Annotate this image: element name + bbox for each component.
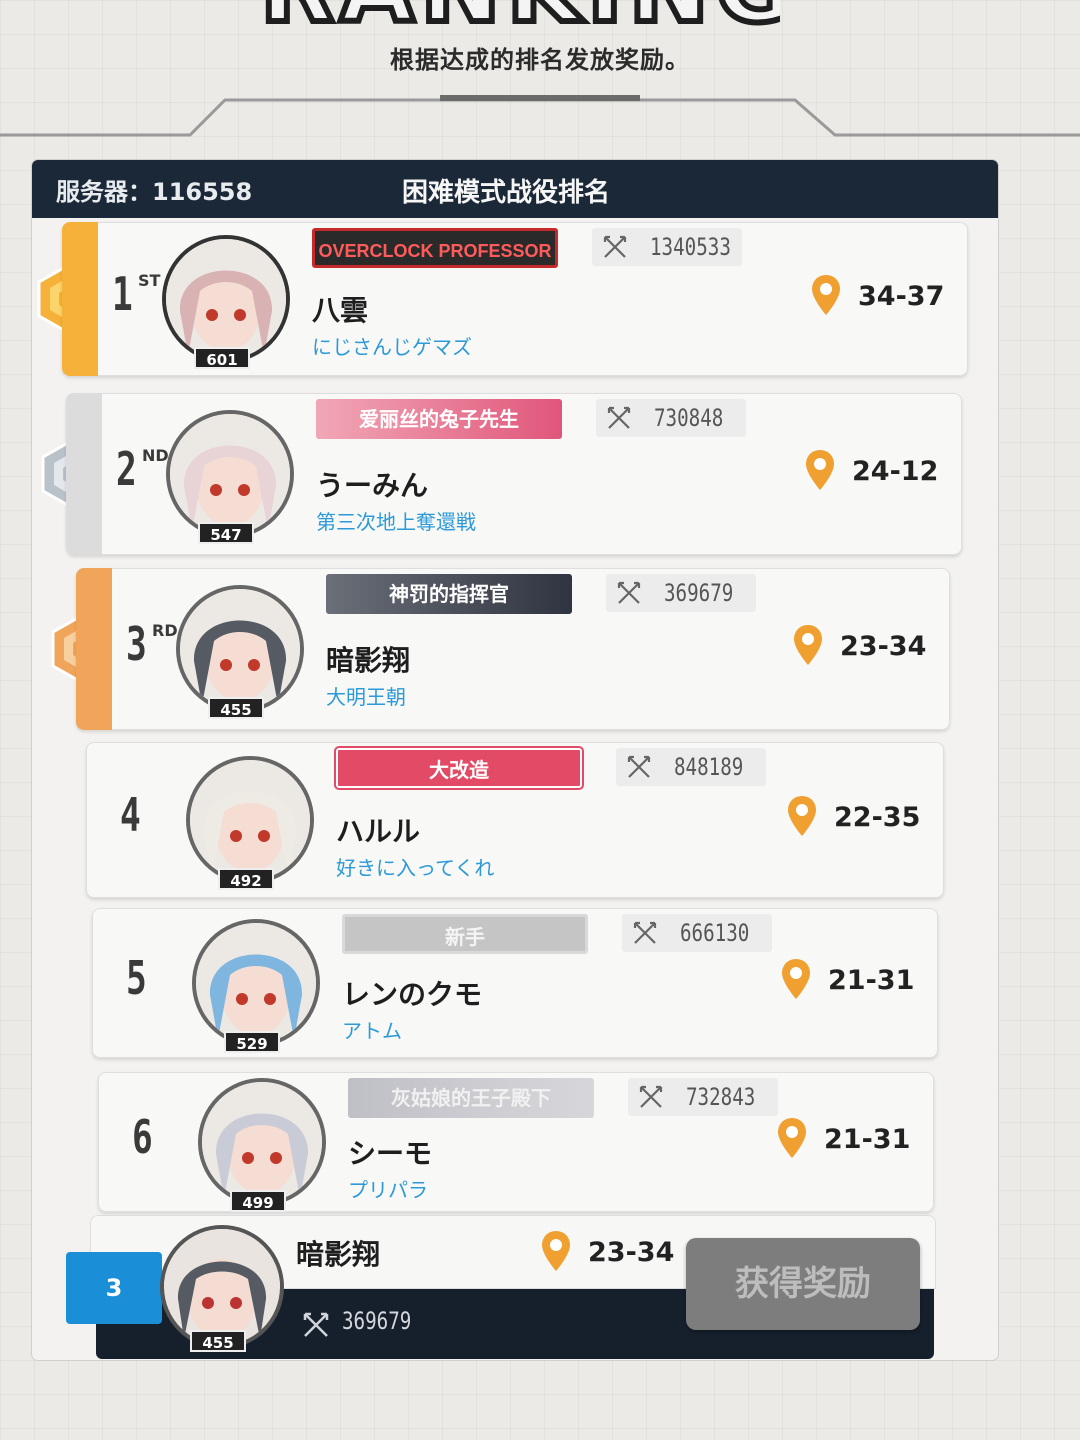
self-rank-badge: 3 xyxy=(66,1252,162,1324)
rank-number: 6 xyxy=(132,1110,153,1164)
player-level-badge: 492 xyxy=(218,868,274,890)
guild-name: 好きに入ってくれ xyxy=(336,856,495,880)
stage-location: 22-35 xyxy=(786,794,976,844)
crossed-swords-icon xyxy=(617,581,641,604)
page-subtitle: 根据达成的排名发放奖励。 xyxy=(390,46,690,74)
rank-number: 5 xyxy=(126,951,147,1005)
player-title-badge: 爱丽丝的兔子先生 xyxy=(316,399,562,439)
crossed-swords-icon xyxy=(603,235,627,258)
guild-name: 第三次地上奪還戦 xyxy=(316,510,476,534)
power-value: 1340533 xyxy=(650,233,731,261)
power-value: 848189 xyxy=(674,753,744,781)
power-value: 730848 xyxy=(654,404,724,432)
stage-value: 21-31 xyxy=(824,1124,911,1155)
stage-value: 23-34 xyxy=(840,631,927,662)
player-name: 暗影翔 xyxy=(326,644,411,677)
power-box: 732843 xyxy=(628,1078,778,1116)
claim-reward-button[interactable]: 获得奖励 xyxy=(686,1238,920,1330)
location-pin-icon xyxy=(778,1118,806,1158)
power-value: 732843 xyxy=(686,1083,756,1111)
rank-number: 4 xyxy=(120,788,141,842)
stage-value: 34-37 xyxy=(858,281,945,312)
player-name: 八雲 xyxy=(312,294,369,327)
player-title-badge: OVERCLOCK PROFESSOR xyxy=(312,228,558,268)
location-pin-icon xyxy=(788,796,816,836)
power-value: 369679 xyxy=(664,579,734,607)
power-box: 848189 xyxy=(616,748,766,786)
stage-value: 21-31 xyxy=(828,965,915,996)
guild-name: プリパラ xyxy=(348,1178,428,1202)
ranking-row[interactable]: 5 529 新手 666130 レンのクモアトム 21-31 xyxy=(92,908,938,1058)
player-level-badge: 455 xyxy=(208,697,264,719)
stage-location: 21-31 xyxy=(776,1116,966,1166)
player-title-badge: 灰姑娘的王子殿下 xyxy=(348,1078,594,1118)
player-level-badge: 601 xyxy=(194,347,250,369)
player-level-badge: 499 xyxy=(230,1190,286,1212)
stage-location: 23-34 xyxy=(792,623,982,673)
stage-location: 24-12 xyxy=(804,448,994,498)
location-pin-icon xyxy=(806,450,834,490)
self-stage-value: 23-34 xyxy=(588,1237,675,1268)
player-level-badge: 547 xyxy=(198,522,254,544)
location-pin-icon xyxy=(794,625,822,665)
rank-accent-bar xyxy=(62,222,98,376)
crossed-swords-icon xyxy=(303,1312,329,1337)
player-title-badge: 大改造 xyxy=(336,748,582,788)
guild-name: アトム xyxy=(342,1019,402,1043)
crossed-swords-icon xyxy=(639,1085,663,1108)
rank-suffix: ST xyxy=(138,271,161,290)
crossed-swords-icon xyxy=(633,921,657,944)
rank-number: 2 xyxy=(116,442,137,496)
guild-name: 大明王朝 xyxy=(326,685,406,709)
panel-frame-decoration xyxy=(0,95,1080,137)
rank-accent-bar xyxy=(76,568,112,730)
self-player-name: 暗影翔 xyxy=(296,1238,381,1271)
rank-accent-bar xyxy=(66,393,102,555)
rank-number: 3 xyxy=(126,617,147,671)
ranking-mode-title: 困难模式战役排名 xyxy=(402,178,611,208)
stage-value: 24-12 xyxy=(852,456,939,487)
location-pin-icon xyxy=(812,275,840,315)
power-box: 369679 xyxy=(606,574,756,612)
power-box: 730848 xyxy=(596,399,746,437)
stage-location: 21-31 xyxy=(780,957,970,1007)
location-pin-icon xyxy=(782,959,810,999)
player-name: ハルル xyxy=(336,815,421,848)
player-name: レンのクモ xyxy=(342,978,483,1011)
ranking-row[interactable]: 6 499 灰姑娘的王子殿下 732843 シーモプリパラ 21-31 xyxy=(98,1072,934,1212)
power-box: 666130 xyxy=(622,914,772,952)
self-level-badge: 455 xyxy=(190,1330,246,1352)
stage-value: 22-35 xyxy=(834,802,921,833)
ranking-header: 服务器：116558 困难模式战役排名 xyxy=(32,160,998,218)
player-avatar xyxy=(186,756,314,884)
player-level-badge: 529 xyxy=(224,1031,280,1053)
ranking-row[interactable]: 2 ND 547 爱丽丝的兔子先生 730848 うーみん第三次地上奪還戦 24-12 xyxy=(66,393,962,555)
rank-suffix: ND xyxy=(142,446,169,465)
location-pin-icon xyxy=(542,1231,570,1271)
server-id: 服务器：116558 xyxy=(56,178,253,206)
ranking-row[interactable]: 3 RD 455 神罚的指挥官 369679 暗影翔大明王朝 23-34 xyxy=(76,568,950,730)
rank-suffix: RD xyxy=(152,621,178,640)
power-box: 1340533 xyxy=(592,228,742,266)
rank-number: 1 xyxy=(112,267,133,321)
player-title-badge: 神罚的指挥官 xyxy=(326,574,572,614)
player-avatar xyxy=(162,235,290,363)
player-name: うーみん xyxy=(316,469,429,502)
stage-location: 34-37 xyxy=(810,273,1000,323)
ranking-row[interactable]: 1 ST 601 OVERCLOCK PROFESSOR 1340533 八雲にじさん… xyxy=(62,222,968,376)
self-power-value: 369679 xyxy=(342,1307,412,1335)
crossed-swords-icon xyxy=(627,755,651,778)
ranking-row[interactable]: 4 492 大改造 848189 ハルル好きに入ってくれ 22-35 xyxy=(86,742,944,898)
player-title-badge: 新手 xyxy=(342,914,588,954)
player-avatar xyxy=(198,1078,326,1206)
player-avatar xyxy=(192,919,320,1047)
ranking-banner-title: RANKING xyxy=(260,0,780,28)
guild-name: にじさんじゲマズ xyxy=(312,335,472,359)
crossed-swords-icon xyxy=(607,406,631,429)
player-avatar xyxy=(176,585,304,713)
player-name: シーモ xyxy=(348,1137,433,1170)
player-avatar xyxy=(166,410,294,538)
power-value: 666130 xyxy=(680,919,750,947)
